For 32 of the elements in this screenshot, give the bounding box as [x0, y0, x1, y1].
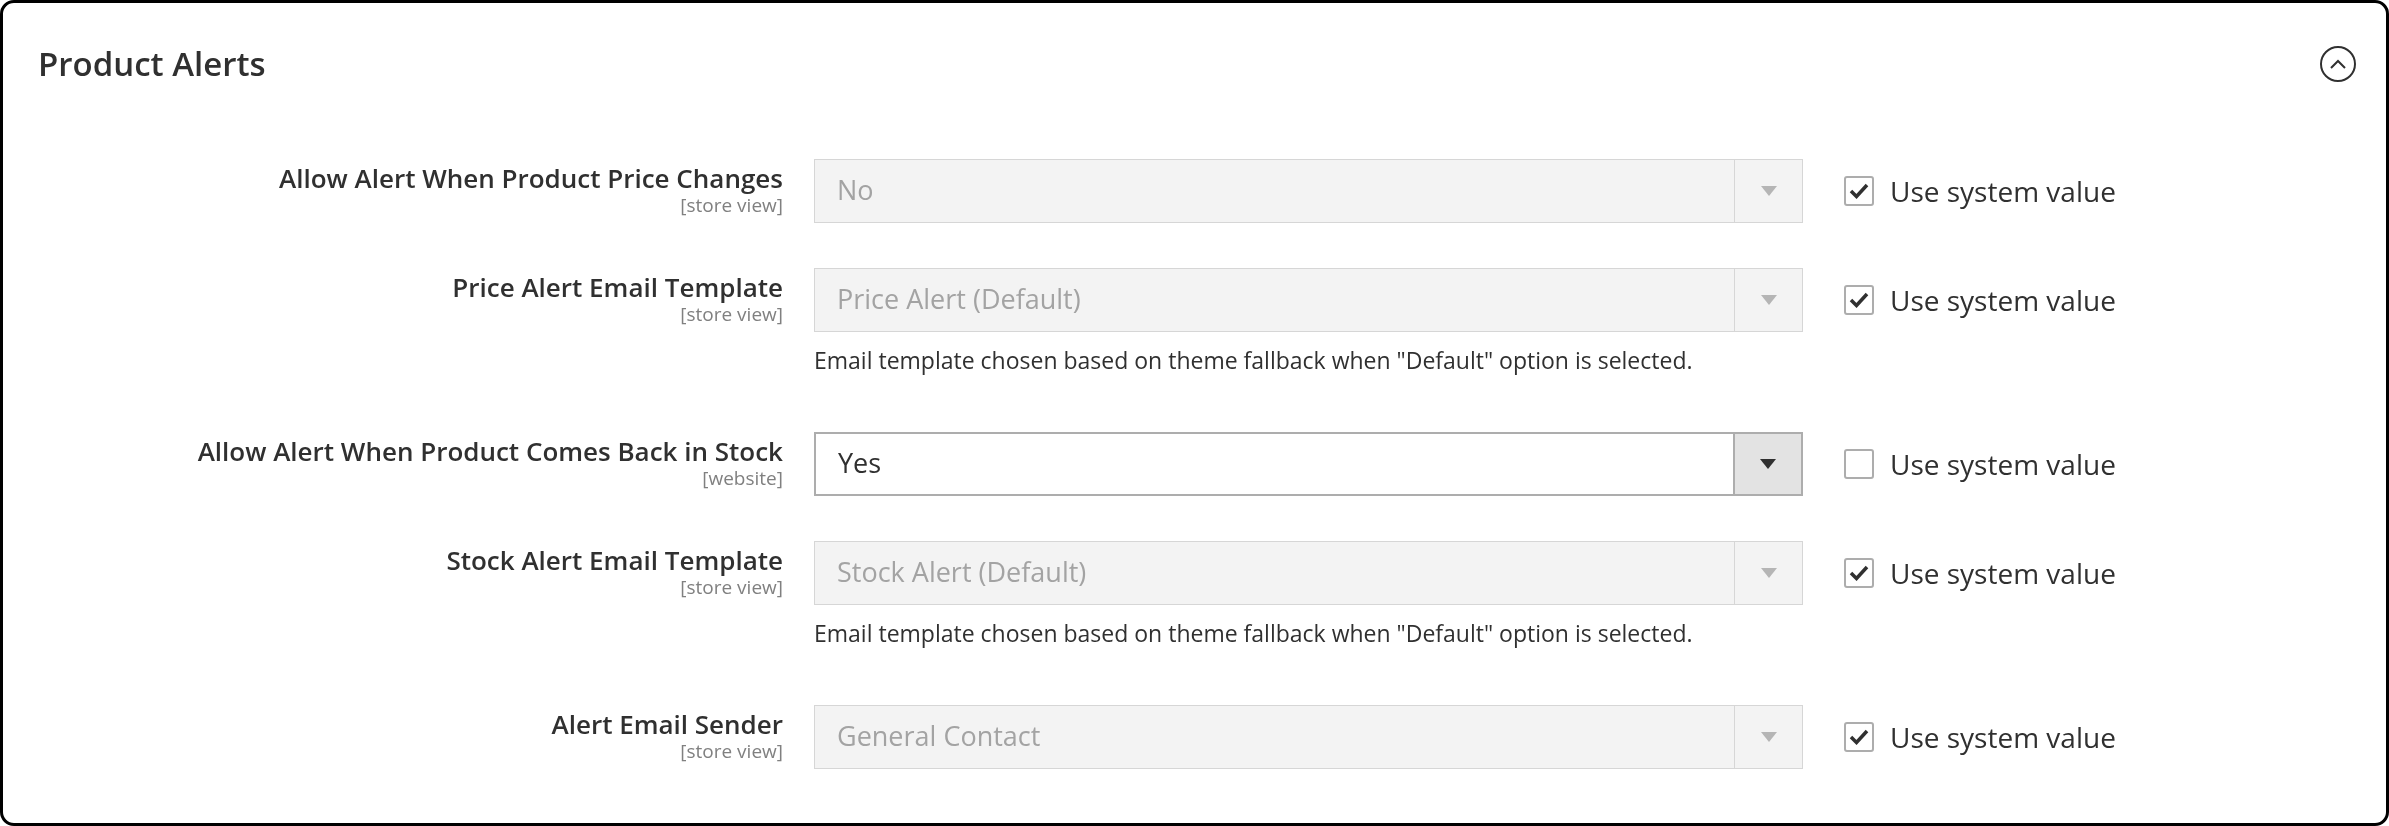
- field-label: Price Alert Email Template: [452, 270, 783, 303]
- caret-icon: [1760, 567, 1777, 578]
- checkbox-label: Use system value: [1890, 170, 2116, 212]
- caret-icon: [1760, 294, 1777, 305]
- field-label: Stock Alert Email Template: [446, 543, 783, 576]
- scope-label: [store view]: [680, 575, 783, 598]
- caret-icon: [1760, 458, 1776, 469]
- checkbox-label: Use system value: [1890, 716, 2116, 758]
- dropdown-toggle[interactable]: [1733, 433, 1801, 494]
- scope-label: [website]: [702, 466, 783, 489]
- scope-label: [store view]: [680, 193, 783, 216]
- checkbox-label: Use system value: [1890, 443, 2116, 485]
- scope-label: [store view]: [680, 739, 783, 762]
- checkmark-icon: [1849, 291, 1869, 308]
- checkbox-label: Use system value: [1890, 279, 2116, 321]
- field-note: Email template chosen based on theme fallback when "Default" option is selected.: [814, 618, 1694, 647]
- section-title: Product Alerts: [38, 40, 266, 88]
- checkbox-label: Use system value: [1890, 552, 2116, 594]
- checkmark-icon: [1849, 564, 1869, 581]
- checkmark-icon: [1849, 182, 1869, 199]
- checkbox[interactable]: [1844, 448, 1874, 479]
- field-label: Alert Email Sender: [551, 707, 783, 740]
- chevron-up-icon: [2330, 58, 2346, 69]
- checkmark-icon: [1849, 728, 1869, 745]
- select-field[interactable]: Yes: [814, 431, 1803, 496]
- caret-icon: [1760, 731, 1777, 742]
- field-label: Allow Alert When Product Price Changes: [279, 161, 783, 194]
- field-label: Allow Alert When Product Comes Back in Stock: [197, 434, 783, 467]
- field-note: Email template chosen based on theme fallback when "Default" option is selected.: [814, 345, 1694, 374]
- collapse-toggle[interactable]: [2320, 45, 2356, 82]
- scope-label: [store view]: [680, 302, 783, 325]
- caret-icon: [1760, 185, 1777, 196]
